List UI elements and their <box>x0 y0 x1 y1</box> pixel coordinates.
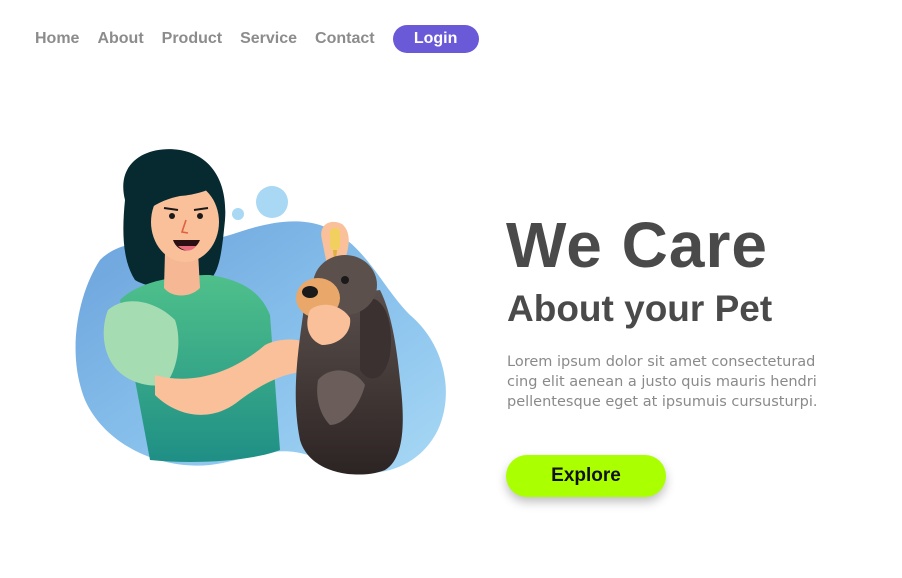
dropper <box>330 228 340 250</box>
explore-button[interactable]: Explore <box>506 455 666 497</box>
bubble-small <box>232 208 244 220</box>
nav-link-home[interactable]: Home <box>35 30 79 48</box>
hero-description-line: cing elit aenean a justo quis mauris hen… <box>507 374 817 390</box>
nav-link-product[interactable]: Product <box>162 30 222 48</box>
nav-link-about[interactable]: About <box>97 30 143 48</box>
hero-description-line: Lorem ipsum dolor sit amet consecteturad <box>507 354 816 370</box>
login-button[interactable]: Login <box>392 24 479 53</box>
hero-description: Lorem ipsum dolor sit amet consecteturad… <box>507 352 867 412</box>
hero-title: We Care <box>506 209 768 281</box>
top-nav: Home About Product Service Contact Login <box>35 24 479 53</box>
hero-subtitle: About your Pet <box>507 288 773 329</box>
nav-link-service[interactable]: Service <box>240 30 297 48</box>
landing-page: Home About Product Service Contact Login <box>0 0 902 578</box>
hero-description-line: pellentesque eget at ipsumuis cursusturp… <box>507 394 818 410</box>
nav-link-contact[interactable]: Contact <box>315 30 375 48</box>
bubble-large <box>256 186 288 218</box>
woman-giving-dog-eye-drops-illustration <box>75 149 446 475</box>
